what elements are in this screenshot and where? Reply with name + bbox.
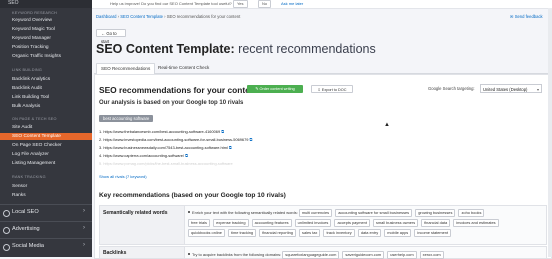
semantic-tag: time tracking bbox=[228, 229, 257, 237]
chevron-down-icon: ▾ bbox=[536, 87, 539, 92]
analysis-subtitle: Our analysis is based on your Google top… bbox=[99, 100, 244, 106]
sidebar-item-bulk-analysis[interactable]: Bulk Analysis bbox=[12, 104, 40, 109]
export-to-doc-button[interactable]: ⇩ Export to DOC bbox=[311, 85, 353, 93]
list-item[interactable]: 2. https://www.investopedia.com/best-acc… bbox=[99, 137, 252, 142]
semantic-tag: accounting features bbox=[251, 219, 292, 227]
semantic-tag: financial data bbox=[421, 219, 451, 227]
sidebar-item-link-building-tool[interactable]: Link Building Tool bbox=[12, 95, 49, 100]
backlinks-row: Backlinks Try to acquire backlinks from … bbox=[99, 246, 547, 259]
sidebar-section-on-page: ON PAGE & TECH SEO bbox=[12, 117, 57, 121]
breadcrumb: Dashboard › SEO Content Template › SEO r… bbox=[96, 14, 240, 19]
semantic-tag: track inventory bbox=[323, 229, 355, 237]
semantic-tag: accounting software for small businesses bbox=[335, 209, 413, 217]
send-feedback-link[interactable]: ✉ Send feedback bbox=[510, 14, 543, 19]
sidebar-item-keyword-magic-tool[interactable]: Keyword Magic Tool bbox=[12, 27, 55, 32]
chevron-right-icon: › bbox=[83, 242, 85, 248]
breadcrumb-current: SEO recommendations for your content bbox=[166, 14, 241, 19]
sidebar-group-local-seo[interactable]: Local SEO › bbox=[0, 204, 92, 221]
list-fade bbox=[99, 161, 399, 171]
external-link-icon: ⧉ bbox=[249, 137, 253, 142]
social-icon bbox=[3, 244, 10, 251]
semantic-tag: growing businesses bbox=[415, 209, 456, 217]
pin-icon bbox=[3, 210, 10, 217]
recommendations-card: SEO recommendations for your content ✎ O… bbox=[94, 74, 552, 259]
sidebar-item-sensor[interactable]: Sensor bbox=[12, 184, 27, 189]
external-link-icon: ⧉ bbox=[221, 129, 225, 134]
key-recommendations-title: Key recommendations (based on your Googl… bbox=[99, 192, 286, 199]
main-content: Dashboard › SEO Content Template › SEO r… bbox=[92, 8, 552, 259]
semantic-tag: free trials bbox=[188, 219, 210, 227]
sidebar-item-backlink-audit[interactable]: Backlink Audit bbox=[12, 86, 42, 91]
semantic-tag: small business owners bbox=[373, 219, 419, 227]
list-item[interactable]: 4. https://www.capterra.com/accounting-s… bbox=[99, 153, 188, 158]
yes-button[interactable]: Yes bbox=[233, 0, 248, 8]
sidebar-item-ranks[interactable]: Ranks bbox=[12, 193, 26, 198]
chevron-right-icon: › bbox=[83, 208, 85, 214]
sidebar-group-advertising[interactable]: Advertising › bbox=[0, 221, 92, 238]
bullet-icon bbox=[188, 211, 190, 213]
backlink-domain-tag[interactable]: userhelp.com bbox=[387, 251, 417, 259]
sidebar-item-organic-traffic-insights[interactable]: Organic Traffic Insights bbox=[12, 54, 61, 59]
semantic-tag: expense tracking bbox=[213, 219, 249, 227]
semantic-words-row: Semantically related words Enrich your t… bbox=[99, 205, 547, 245]
list-item[interactable]: 3. https://www.businessnewsdaily.com/754… bbox=[99, 145, 232, 150]
semantic-intro: Enrich your text with the following sema… bbox=[192, 210, 298, 215]
list-item[interactable]: 1. https://www.thebalancesmb.com/best-ac… bbox=[99, 129, 224, 134]
scrollbar[interactable] bbox=[548, 8, 552, 257]
semantic-tag: income statement bbox=[414, 229, 452, 237]
external-link-icon: ⧉ bbox=[185, 153, 188, 158]
semantic-words-label: Semantically related words bbox=[103, 210, 168, 216]
tab-real-time-content-check[interactable]: Real-time Content Check bbox=[154, 63, 213, 73]
sidebar-section-keyword-research: KEYWORD RESEARCH bbox=[12, 11, 57, 15]
semantic-tag: financial reporting bbox=[259, 229, 296, 237]
sidebar-section-rank-tracking: RANK TRACKING bbox=[12, 175, 46, 179]
bullet-icon bbox=[188, 253, 190, 255]
semantic-tag: accepts payment bbox=[334, 219, 370, 227]
card-title: SEO recommendations for your content bbox=[99, 85, 258, 95]
search-targeting-select[interactable]: United States (Desktop) ▾ bbox=[480, 84, 542, 93]
semantic-tag: unlimited invoices bbox=[294, 219, 332, 227]
keyword-badge: best accounting software bbox=[99, 115, 154, 122]
breadcrumb-tool[interactable]: SEO Content Template bbox=[120, 14, 163, 19]
ask-later-link[interactable]: Ask me later bbox=[281, 1, 303, 6]
search-targeting-label: Google Search targeting: bbox=[428, 86, 475, 91]
chevron-right-icon: › bbox=[83, 225, 85, 231]
semantic-tag: mobile apps bbox=[384, 229, 412, 237]
external-link-icon: ⧉ bbox=[228, 145, 232, 150]
semantic-tag: zoho books bbox=[458, 209, 485, 217]
order-content-writing-button[interactable]: ✎ Order content writing bbox=[247, 85, 303, 93]
no-button[interactable]: No bbox=[258, 0, 272, 8]
sidebar-item-listing-management[interactable]: Listing Management bbox=[12, 161, 55, 166]
mouse-cursor-icon: ▲ bbox=[384, 122, 390, 128]
semantic-tag: invoices and estimates bbox=[453, 219, 499, 227]
breadcrumb-dashboard[interactable]: Dashboard bbox=[96, 14, 117, 19]
backlink-domain-tag[interactable]: squarefoxlanguageguide.com bbox=[282, 251, 340, 259]
sidebar-item-position-tracking[interactable]: Position Tracking bbox=[12, 45, 49, 50]
semantic-tag: data entry bbox=[357, 229, 382, 237]
backlink-domain-tag[interactable]: xerox.com bbox=[419, 251, 444, 259]
semantic-tag: sales tax bbox=[299, 229, 321, 237]
sidebar-section-link-building: LINK BUILDING bbox=[12, 68, 43, 72]
show-all-rivals-link[interactable]: Show all rivals (7 keyword) bbox=[99, 174, 147, 179]
backlinks-label: Backlinks bbox=[103, 250, 127, 256]
sidebar-item-on-page-seo-checker[interactable]: On Page SEO Checker bbox=[12, 143, 62, 148]
sidebar-item-seo-content-template[interactable]: SEO Content Template bbox=[12, 134, 61, 139]
sidebar-item-keyword-overview[interactable]: Keyword Overview bbox=[12, 18, 52, 23]
help-text: Help us improve! Do you find our SEO Con… bbox=[110, 1, 232, 6]
sidebar-item-backlink-analytics[interactable]: Backlink Analytics bbox=[12, 77, 50, 82]
sidebar: SEO KEYWORD RESEARCH Keyword Overview Ke… bbox=[0, 0, 92, 257]
go-to-start-button[interactable]: ← Go to start bbox=[96, 29, 126, 44]
sidebar-item-site-audit[interactable]: Site Audit bbox=[12, 125, 32, 130]
backlinks-intro: Try to acquire backlinks from the follow… bbox=[192, 252, 282, 257]
semantic-tag: multi currencies bbox=[298, 209, 333, 217]
ads-icon bbox=[3, 227, 10, 234]
sidebar-header[interactable]: SEO bbox=[0, 0, 92, 8]
sidebar-group-social-media[interactable]: Social Media › bbox=[0, 238, 92, 255]
semantic-tag: quickbooks online bbox=[188, 229, 225, 237]
sidebar-item-keyword-manager[interactable]: Keyword Manager bbox=[12, 36, 51, 41]
backlink-domain-tag[interactable]: saveriguidecom.com bbox=[342, 251, 385, 259]
tab-bar: SEO Recommendations Real-time Content Ch… bbox=[94, 63, 550, 75]
page-title: SEO Content Template: recent recommendat… bbox=[96, 42, 376, 56]
sidebar-item-log-file-analyzer[interactable]: Log File Analyzer bbox=[12, 152, 49, 157]
